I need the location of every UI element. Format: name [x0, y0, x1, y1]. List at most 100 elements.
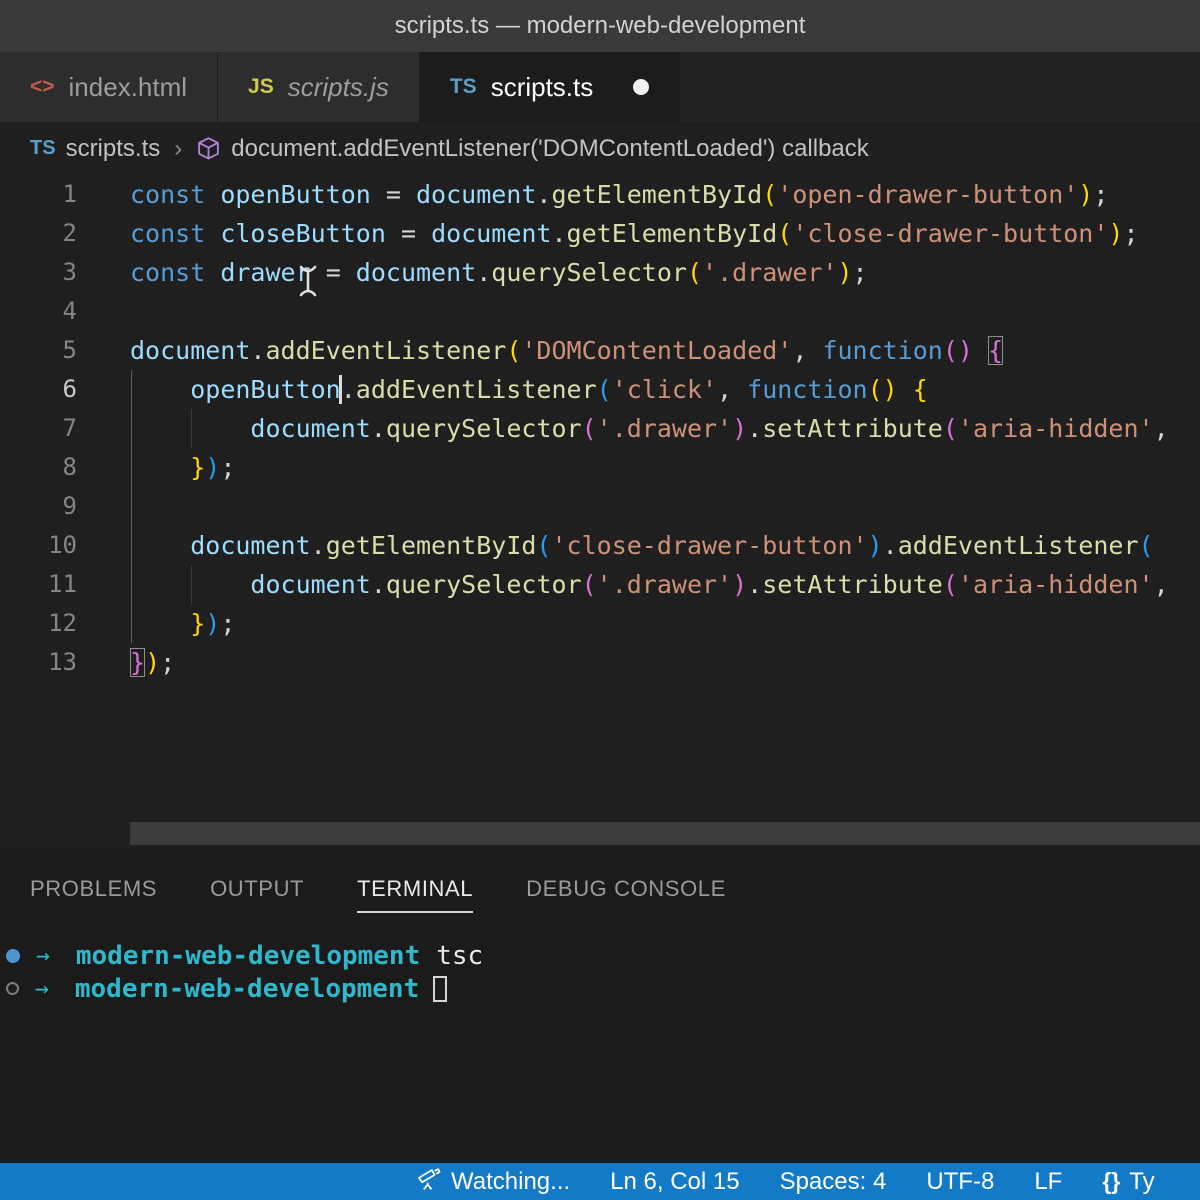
breadcrumb-file[interactable]: scripts.ts — [66, 135, 161, 163]
token: document — [416, 180, 537, 209]
code-line[interactable]: 6 openButton.addEventListener('click', f… — [0, 370, 1200, 409]
token: = — [370, 180, 416, 209]
token: ( — [1138, 531, 1154, 560]
vscode-window: scripts.ts — modern-web-development <> in… — [0, 0, 1200, 1200]
token: ( — [596, 375, 612, 404]
line-number[interactable]: 1 — [0, 175, 105, 214]
prompt-arrow-icon: → — [35, 975, 49, 1002]
token: ) — [1078, 180, 1094, 209]
code-line[interactable]: 11 document.querySelector('.drawer').set… — [0, 565, 1200, 604]
code-line[interactable]: 3 const drawer = document.querySelector('… — [0, 253, 1200, 292]
token: () — [867, 375, 898, 404]
line-number[interactable]: 8 — [0, 448, 105, 487]
status-language[interactable]: {} Ty — [1102, 1168, 1154, 1196]
code-line[interactable]: 10 document.getElementById('close-drawer… — [0, 526, 1200, 565]
code-line[interactable]: 4 — [0, 292, 1200, 331]
token: ; — [220, 453, 236, 482]
terminal-row: → modern-web-development — [6, 972, 1200, 1005]
panel-tab-problems[interactable]: PROBLEMS — [30, 876, 157, 913]
line-number[interactable]: 10 — [0, 526, 105, 565]
code-line[interactable]: 9 — [0, 487, 1200, 526]
code-content: document.querySelector('.drawer').setAtt… — [105, 565, 1200, 604]
token: addEventListener — [355, 375, 597, 404]
line-number[interactable]: 13 — [0, 643, 105, 682]
token: document — [250, 570, 371, 599]
ts-file-icon: TS — [30, 137, 56, 159]
indent-guide — [191, 565, 192, 604]
line-number[interactable]: 4 — [0, 292, 105, 331]
code-line[interactable]: 5 document.addEventListener('DOMContentLo… — [0, 331, 1200, 370]
token: ) — [732, 570, 748, 599]
token: . — [747, 570, 763, 599]
token: function — [822, 336, 943, 365]
tab-bar: <> index.html JS scripts.js TS scripts.ts — [0, 52, 1200, 122]
tab-scripts-js[interactable]: JS scripts.js — [218, 52, 420, 122]
status-watching[interactable]: Watching... — [417, 1166, 570, 1198]
token: ( — [686, 258, 703, 287]
tab-index-html[interactable]: <> index.html — [0, 52, 219, 122]
token: const — [130, 180, 206, 209]
token: querySelector — [385, 570, 582, 599]
line-number[interactable]: 3 — [0, 253, 105, 292]
symbol-cube-icon — [196, 136, 221, 161]
code-line[interactable]: 8 }); — [0, 448, 1200, 487]
token: addEventListener — [265, 336, 507, 365]
terminal-output[interactable]: → modern-web-development tsc → modern-web-de… — [0, 913, 1200, 1005]
token: . — [370, 570, 386, 599]
line-number[interactable]: 5 — [0, 331, 105, 370]
code-content — [105, 487, 1200, 526]
token: setAttribute — [762, 414, 943, 443]
status-indentation[interactable]: Spaces: 4 — [780, 1168, 887, 1196]
breadcrumb-symbol[interactable]: document.addEventListener('DOMContentLoa… — [231, 135, 869, 163]
code-line[interactable]: 1 const openButton = document.getElementB… — [0, 175, 1200, 214]
code-line[interactable]: 7 document.querySelector('.drawer').setA… — [0, 409, 1200, 448]
token: '.drawer' — [702, 258, 838, 287]
panel-tab-debug-console[interactable]: DEBUG CONSOLE — [526, 876, 726, 913]
token: } — [190, 609, 206, 638]
line-number[interactable]: 11 — [0, 565, 105, 604]
token: ) — [867, 531, 883, 560]
line-number[interactable]: 12 — [0, 604, 105, 643]
code-line[interactable]: 12 }); — [0, 604, 1200, 643]
code-editor[interactable]: 1 const openButton = document.getElementB… — [0, 175, 1200, 848]
status-cursor-position[interactable]: Ln 6, Col 15 — [610, 1168, 739, 1196]
tab-scripts-ts[interactable]: TS scripts.ts — [419, 52, 681, 122]
panel-tab-output[interactable]: OUTPUT — [210, 876, 304, 913]
token: , — [792, 336, 823, 365]
code-content: }); — [105, 643, 1200, 682]
window-title: scripts.ts — modern-web-development — [394, 12, 806, 39]
status-label: LF — [1034, 1167, 1063, 1195]
token: . — [310, 531, 326, 560]
token: . — [476, 258, 492, 287]
token: ) — [205, 453, 221, 482]
status-encoding[interactable]: UTF-8 — [926, 1168, 994, 1196]
token: 'click' — [611, 375, 718, 404]
command-decoration-icon — [6, 982, 19, 995]
code-line[interactable]: 2 const closeButton = document.getElement… — [0, 214, 1200, 253]
line-number[interactable]: 9 — [0, 487, 105, 526]
token: ( — [506, 336, 522, 365]
line-number[interactable]: 7 — [0, 409, 105, 448]
token: 'aria-hidden' — [957, 414, 1154, 443]
status-label: UTF-8 — [926, 1167, 995, 1195]
token: ) — [732, 414, 748, 443]
panel-tab-terminal[interactable]: TERMINAL — [357, 876, 474, 913]
status-eol[interactable]: LF — [1034, 1168, 1062, 1196]
horizontal-scrollbar[interactable] — [130, 822, 1200, 845]
token: . — [340, 375, 356, 404]
code-content: }); — [105, 448, 1200, 487]
code-line[interactable]: 13}); — [0, 643, 1200, 682]
line-number[interactable]: 2 — [0, 214, 105, 253]
code-lines: 1 const openButton = document.getElementB… — [0, 175, 1200, 682]
token: . — [536, 180, 552, 209]
line-number[interactable]: 6 — [0, 370, 105, 409]
token: '.drawer' — [596, 414, 733, 443]
status-label: Watching... — [451, 1167, 571, 1195]
indent-guide — [131, 448, 132, 487]
code-content — [105, 292, 1200, 331]
token: 'aria-hidden' — [957, 570, 1154, 599]
